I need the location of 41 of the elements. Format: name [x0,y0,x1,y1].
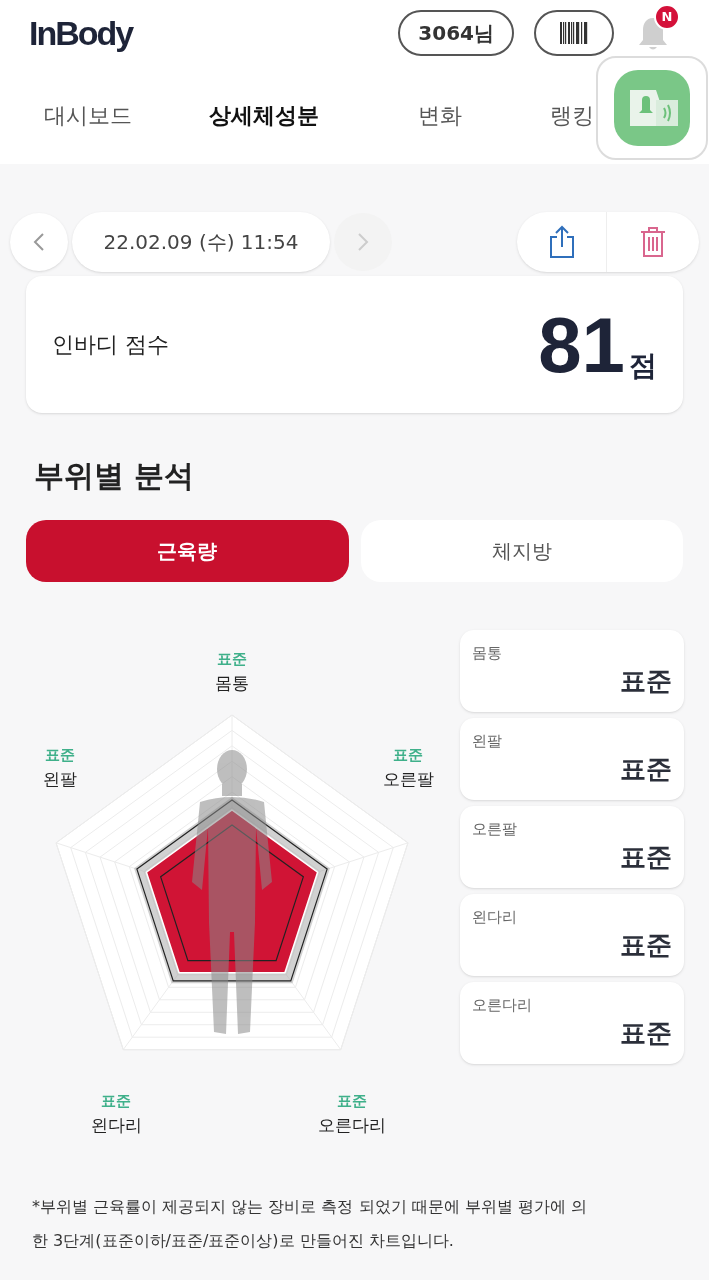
card-part-label: 왼다리 [472,907,518,928]
score-unit: 점 [629,348,657,384]
card-status: 표준 [620,664,672,697]
status-label: 표준 [393,745,423,766]
chevron-left-icon [33,232,45,252]
trash-icon [640,226,666,258]
score-value: 81 [538,305,625,384]
share-icon [547,225,576,259]
footnote: *부위별 근육률이 제공되지 않는 장비로 측정 되었기 때문에 부위별 평가에 의한 3단계(표준이하/표준/표준이상)로 만들어진 차트입니다. [32,1196,588,1252]
tab[interactable]: 랭킹 [550,98,594,132]
barcode-button[interactable] [534,10,614,56]
segment-tab[interactable]: 체지방 [360,520,683,582]
body-part-label: 왼다리 [90,1113,142,1137]
segment-tab[interactable]: 근육량 [26,520,349,582]
card-part-label: 오른팔 [472,819,518,840]
card-part-label: 왼팔 [472,731,503,752]
barcode-icon [560,22,588,44]
chevron-right-icon [357,232,369,252]
tab[interactable]: 변화 [352,98,528,132]
tab[interactable]: 상세체성분 [176,98,352,132]
card-status: 표준 [620,1016,672,1049]
section-title: 부위별 분석 [34,457,196,495]
card-part-label: 몸통 [472,643,503,664]
card-status: 표준 [620,752,672,785]
status-label: 표준 [101,1091,131,1112]
user-badge[interactable]: 3064님 [398,10,514,56]
card-status: 표준 [620,928,672,961]
status-label: 표준 [217,649,247,670]
tab[interactable]: 대시보드 [0,98,176,132]
score-label: 인바디 점수 [52,331,169,359]
body-part-label: 오른다리 [318,1113,386,1137]
card-status: 표준 [620,840,672,873]
body-part-label: 왼팔 [43,767,77,791]
card-part-label: 오른다리 [472,995,533,1016]
status-label: 표준 [45,745,75,766]
status-label: 표준 [337,1091,367,1112]
logo: InBody [29,12,133,54]
body-part-label: 몸통 [215,671,249,695]
notification-badge: N [654,4,680,30]
body-part-label: 오른팔 [382,767,434,791]
date-selector[interactable]: 22.02.09 (수) 11:54 [72,212,330,272]
